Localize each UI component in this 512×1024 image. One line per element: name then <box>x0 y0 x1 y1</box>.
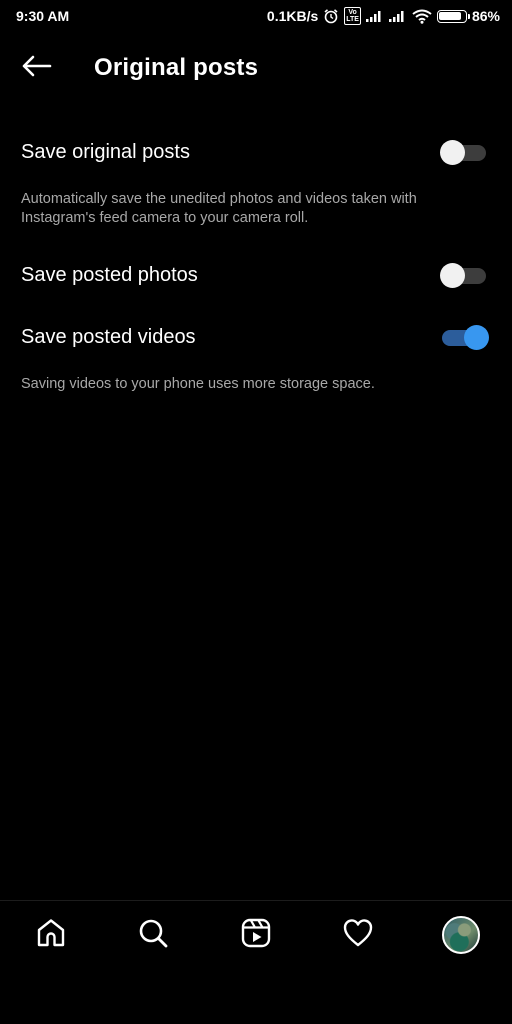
battery-icon <box>436 9 470 23</box>
nav-reels[interactable] <box>234 913 278 957</box>
setting-row-save-posted-photos[interactable]: Save posted photos <box>0 250 512 300</box>
back-arrow-icon <box>20 54 52 83</box>
status-icons: 0.1KB/s Vo LTE 86% <box>267 7 500 25</box>
nav-search[interactable] <box>131 913 175 957</box>
wifi-icon <box>412 9 432 24</box>
home-icon <box>35 917 67 954</box>
save-posted-photos-toggle[interactable] <box>440 262 486 288</box>
nav-profile[interactable] <box>439 913 483 957</box>
network-speed: 0.1KB/s <box>266 8 319 24</box>
status-bar: 9:30 AM 0.1KB/s Vo LTE 86% <box>0 0 512 32</box>
signal-icon-1 <box>365 9 384 23</box>
toggle-knob <box>440 140 465 165</box>
save-original-posts-toggle[interactable] <box>440 139 486 165</box>
status-time: 9:30 AM <box>16 8 70 24</box>
setting-label: Save posted videos <box>21 325 196 348</box>
setting-description: Automatically save the unedited photos a… <box>21 191 417 226</box>
profile-avatar <box>442 916 480 954</box>
setting-label: Save posted photos <box>21 263 198 286</box>
reels-icon <box>240 917 272 954</box>
setting-row-save-posted-videos[interactable]: Save posted videos <box>0 312 512 362</box>
save-posted-videos-toggle[interactable] <box>440 324 489 350</box>
search-icon <box>137 917 169 954</box>
alarm-icon <box>323 8 339 24</box>
toggle-knob <box>440 263 465 288</box>
setting-row-save-original-posts[interactable]: Save original posts <box>0 127 512 177</box>
signal-icon-2 <box>388 9 407 23</box>
bottom-nav <box>0 900 512 1024</box>
setting-label: Save original posts <box>21 140 190 163</box>
volte-icon: Vo LTE <box>344 7 361 25</box>
battery-fill <box>439 12 461 20</box>
back-button[interactable] <box>14 52 58 84</box>
nav-activity[interactable] <box>336 913 380 957</box>
heart-icon <box>342 917 374 954</box>
nav-home[interactable] <box>29 913 73 957</box>
setting-description: Saving videos to your phone uses more st… <box>21 376 375 392</box>
toggle-knob <box>464 325 489 350</box>
battery-percent: 86% <box>471 8 500 24</box>
header: Original posts <box>0 40 512 96</box>
page-title: Original posts <box>94 54 259 81</box>
